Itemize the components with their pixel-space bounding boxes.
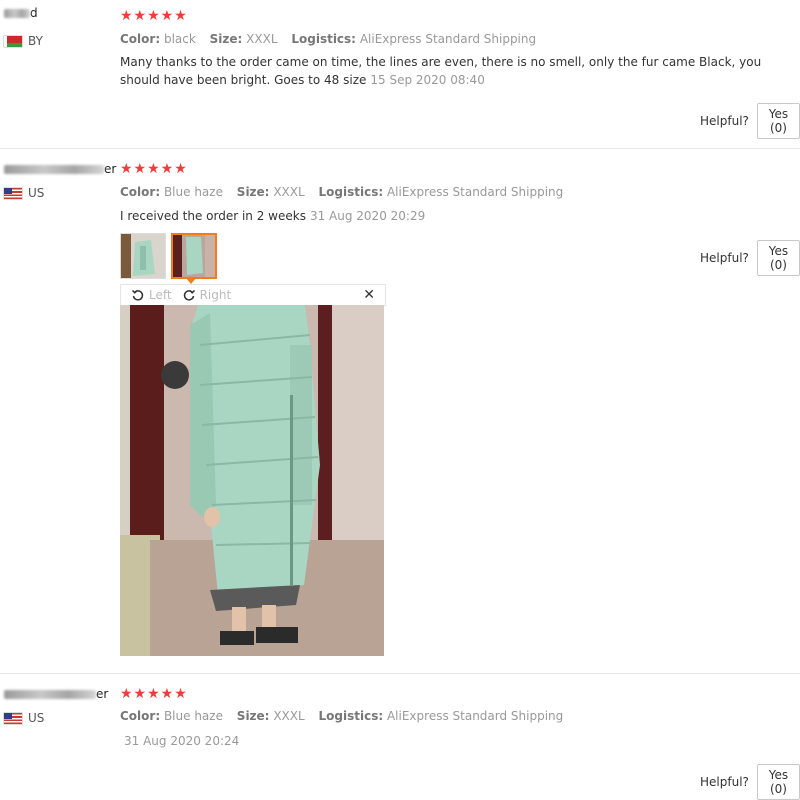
review-photo-large [120, 305, 384, 656]
color-value: Blue haze [163, 185, 223, 199]
review-photo-thumbnail[interactable] [120, 233, 166, 279]
us-flag-icon [4, 712, 22, 724]
reviewer-name: er [4, 162, 116, 176]
color-label: Color: [120, 709, 161, 723]
helpful-yes-button[interactable]: Yes (0) [756, 103, 800, 139]
color-label: Color: [120, 32, 161, 46]
image-viewer-toolbar: Left Right ✕ [120, 284, 386, 306]
helpful-label: Helpful? [700, 775, 749, 789]
reviewer-country: US [4, 186, 44, 200]
review-photo-thumbnail-active[interactable] [171, 233, 217, 279]
reviewer-name: er [4, 687, 108, 701]
star-rating: ★★★★★ [120, 686, 188, 702]
blurred-name [4, 9, 30, 18]
helpful-section: Helpful? Yes (0) [700, 764, 800, 800]
star-rating: ★★★★★ [120, 8, 188, 24]
size-value: XXXL [273, 709, 305, 723]
reviewer-country: BY [4, 34, 43, 48]
review-date: 31 Aug 2020 20:24 [124, 734, 240, 748]
size-value: XXXL [273, 185, 305, 199]
helpful-label: Helpful? [700, 114, 749, 128]
review-sku-info: Color: Blue haze Size: XXXL Logistics: A… [120, 709, 573, 723]
country-code: US [28, 186, 45, 200]
reviewer-name: d [4, 6, 38, 20]
helpful-section: Helpful? Yes (0) [700, 240, 800, 276]
review-date: 31 Aug 2020 20:29 [309, 209, 426, 223]
review-text: 31 Aug 2020 20:24 [120, 732, 790, 750]
reviewer-country: US [4, 711, 44, 725]
coat-photo-thumbnail-image [121, 234, 165, 278]
review-date: 15 Sep 2020 08:40 [370, 73, 485, 87]
rotate-left-label: Left [149, 288, 172, 302]
rotate-right-button[interactable]: Right [182, 288, 232, 302]
coat-photo-thumbnail-image [173, 235, 215, 277]
review-text: Many thanks to the order came on time, t… [120, 55, 762, 87]
logistics-value: AliExpress Standard Shipping [386, 185, 564, 199]
country-code: BY [28, 34, 43, 48]
color-value: Blue haze [163, 709, 223, 723]
helpful-label: Helpful? [700, 251, 749, 265]
star-rating: ★★★★★ [120, 161, 188, 177]
rotate-right-icon [183, 289, 195, 301]
logistics-label: Logistics: [318, 185, 384, 199]
logistics-value: AliExpress Standard Shipping [359, 32, 537, 46]
helpful-section: Helpful? Yes (0) [700, 103, 800, 139]
logistics-label: Logistics: [318, 709, 384, 723]
blurred-name [4, 165, 104, 174]
color-value: black [163, 32, 196, 46]
rotate-left-button[interactable]: Left [131, 288, 172, 302]
helpful-yes-button[interactable]: Yes (0) [756, 764, 800, 800]
logistics-value: AliExpress Standard Shipping [386, 709, 564, 723]
size-value: XXXL [246, 32, 278, 46]
belarus-flag-icon [4, 35, 22, 47]
review-divider [0, 673, 800, 674]
blurred-name [4, 690, 96, 699]
rotate-right-label: Right [199, 288, 232, 302]
review-text: I received the order in 2 weeks 31 Aug 20… [120, 209, 426, 223]
us-flag-icon [4, 187, 22, 199]
rotate-left-icon [131, 289, 144, 301]
helpful-yes-button[interactable]: Yes (0) [756, 240, 800, 276]
review-sku-info: Color: Blue haze Size: XXXL Logistics: A… [120, 185, 573, 199]
size-label: Size: [236, 709, 270, 723]
color-label: Color: [120, 185, 161, 199]
review-sku-info: Color: black Size: XXXL Logistics: AliEx… [120, 32, 546, 46]
size-label: Size: [236, 185, 270, 199]
close-viewer-button[interactable]: ✕ [363, 287, 375, 303]
logistics-label: Logistics: [291, 32, 356, 46]
review-divider [0, 148, 800, 149]
country-code: US [28, 711, 45, 725]
size-label: Size: [209, 32, 243, 46]
